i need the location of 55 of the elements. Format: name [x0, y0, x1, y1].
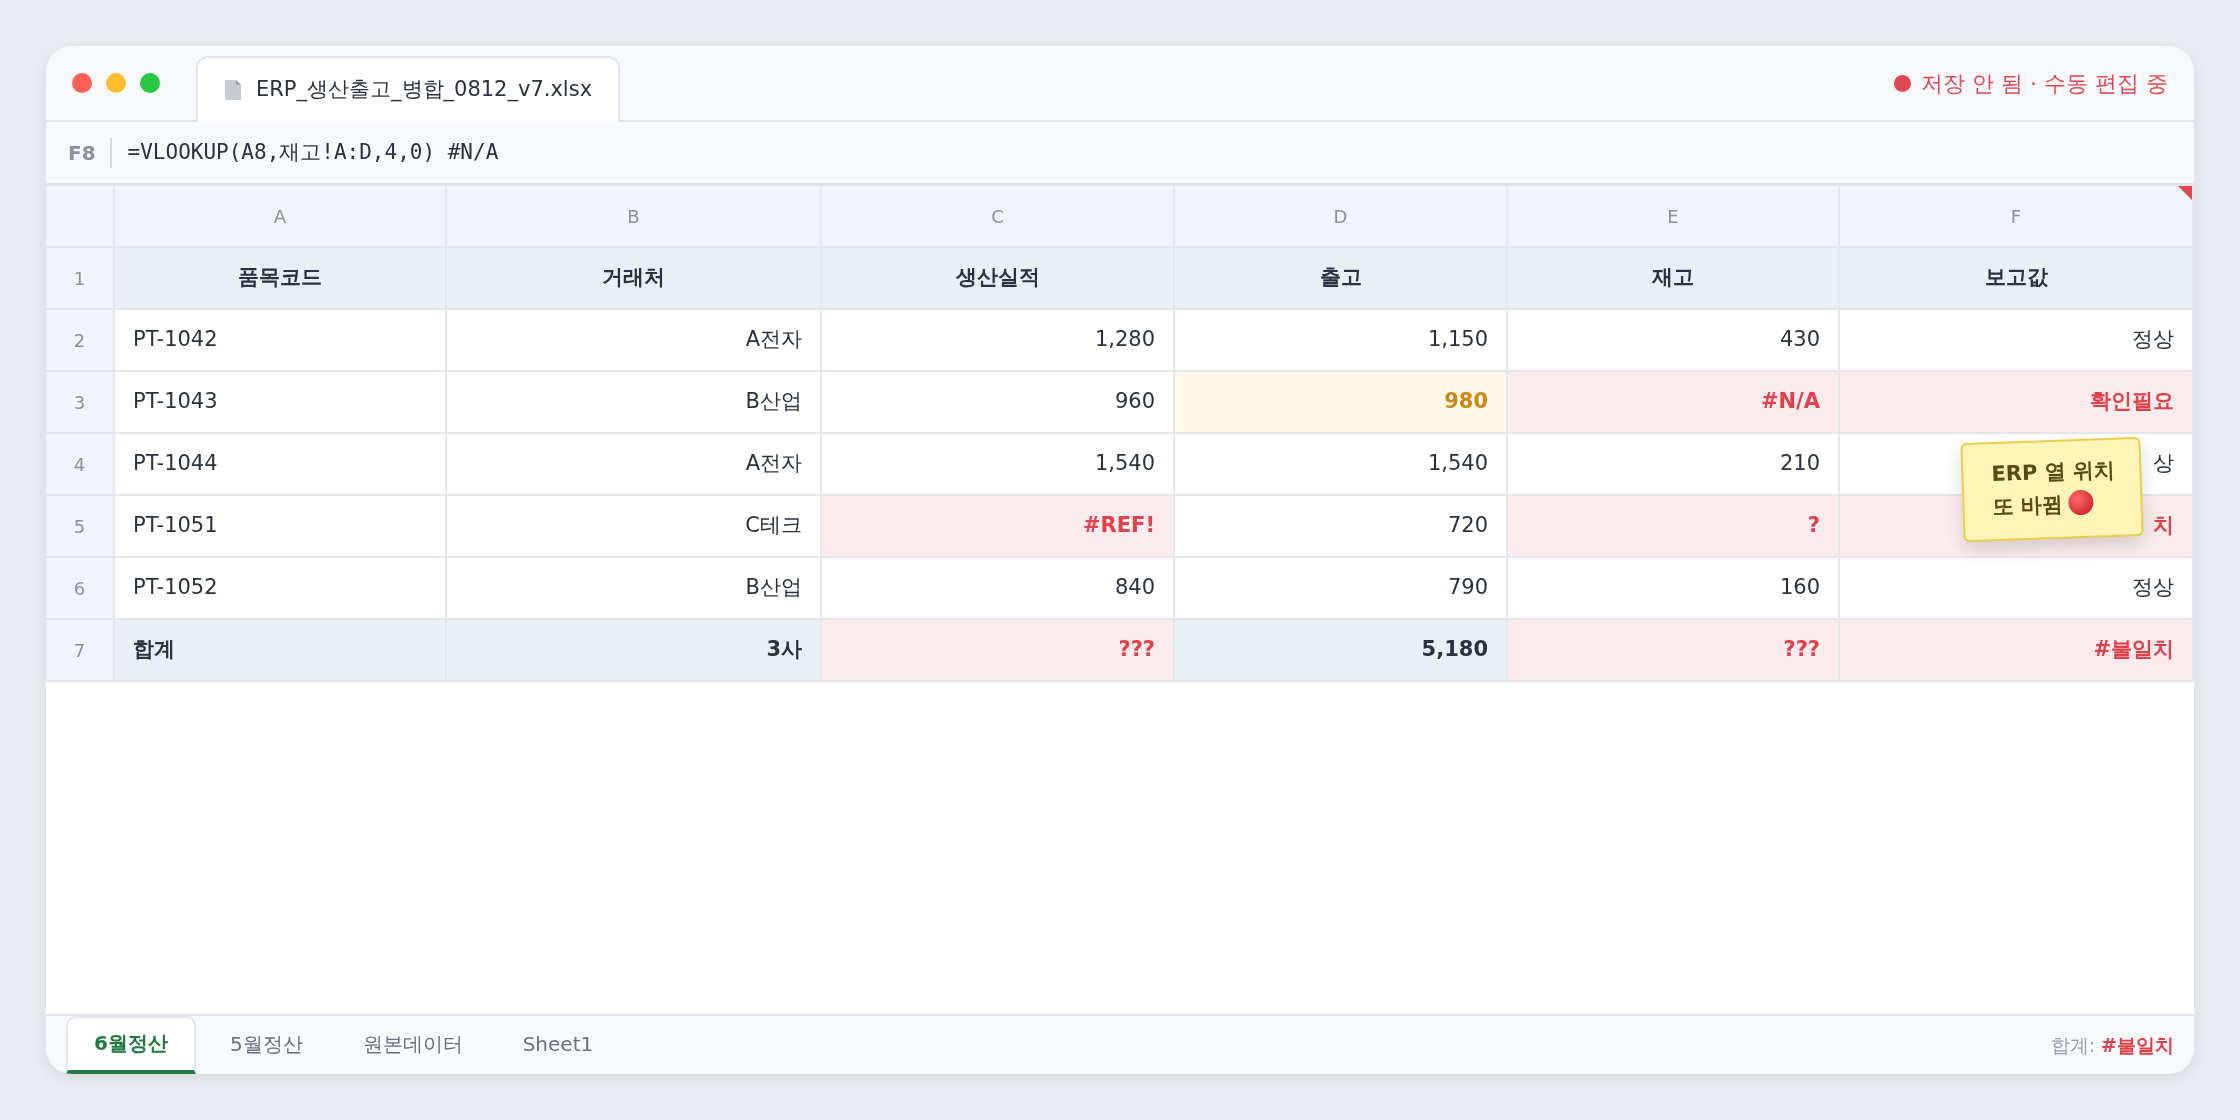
table-cell: ? — [1508, 496, 1840, 558]
column-header[interactable]: C — [822, 186, 1175, 248]
sheet-tab[interactable]: Sheet1 — [496, 1016, 620, 1074]
header-cell: 재고 — [1508, 248, 1840, 310]
table-cell: B산업 — [447, 372, 822, 434]
status-text: 저장 안 됨 · 수동 편집 중 — [1921, 69, 2168, 98]
table-cell: ??? — [822, 620, 1175, 682]
table-cell: PT-1051 — [115, 496, 447, 558]
table-cell: 980 — [1175, 372, 1508, 434]
table-cell: 3사 — [447, 620, 822, 682]
table-cell: 확인필요 — [1840, 372, 2194, 434]
cell-reference: F8 — [68, 137, 112, 168]
table-cell: PT-1043 — [115, 372, 447, 434]
table-cell: A전자 — [447, 434, 822, 496]
sheet-tab[interactable]: 원본데이터 — [336, 1016, 489, 1074]
status-dot-icon — [1894, 74, 1912, 92]
footer-label: 합계: — [2050, 1033, 2096, 1056]
column-header[interactable]: F — [1840, 186, 2194, 248]
formula-text[interactable]: =VLOOKUP(A8,재고!A:D,4,0) #N/A — [111, 136, 499, 169]
header-cell: 생산실적 — [822, 248, 1175, 310]
minimize-button[interactable] — [106, 73, 126, 93]
header-cell: 보고값 — [1840, 248, 2194, 310]
document-icon — [224, 79, 242, 101]
file-tab[interactable]: ERP_생산출고_병합_0812_v7.xlsx — [196, 56, 621, 122]
sheet-tab[interactable]: 6월정산 — [66, 1016, 196, 1074]
table-cell: ??? — [1508, 620, 1840, 682]
row-number[interactable]: 2 — [46, 310, 115, 372]
table-cell: #불일치 — [1840, 620, 2194, 682]
row-number[interactable]: 7 — [46, 620, 115, 682]
table-cell: 합계 — [115, 620, 447, 682]
header-cell: 출고 — [1175, 248, 1508, 310]
table-cell: 1,540 — [1175, 434, 1508, 496]
row-number[interactable]: 3 — [46, 372, 115, 434]
table-cell: PT-1044 — [115, 434, 447, 496]
table-cell: #N/A — [1508, 372, 1840, 434]
maximize-button[interactable] — [140, 73, 160, 93]
table-cell: #REF! — [822, 496, 1175, 558]
column-header[interactable]: E — [1508, 186, 1840, 248]
footer-value: #불일치 — [2101, 1033, 2174, 1056]
row-number[interactable]: 6 — [46, 558, 115, 620]
table-cell: 5,180 — [1175, 620, 1508, 682]
header-cell: 거래처 — [447, 248, 822, 310]
table-cell: A전자 — [447, 310, 822, 372]
table-cell: PT-1042 — [115, 310, 447, 372]
header-cell: 품목코드 — [115, 248, 447, 310]
table-cell: 1,280 — [822, 310, 1175, 372]
column-header[interactable]: A — [115, 186, 447, 248]
row-number[interactable]: 5 — [46, 496, 115, 558]
close-button[interactable] — [72, 73, 92, 93]
column-header[interactable]: B — [447, 186, 822, 248]
row-number[interactable]: 1 — [46, 248, 115, 310]
pin-icon — [2068, 489, 2095, 515]
row-number[interactable]: 4 — [46, 434, 115, 496]
column-header[interactable]: D — [1175, 186, 1508, 248]
sheet-tab[interactable]: 5월정산 — [203, 1016, 329, 1074]
